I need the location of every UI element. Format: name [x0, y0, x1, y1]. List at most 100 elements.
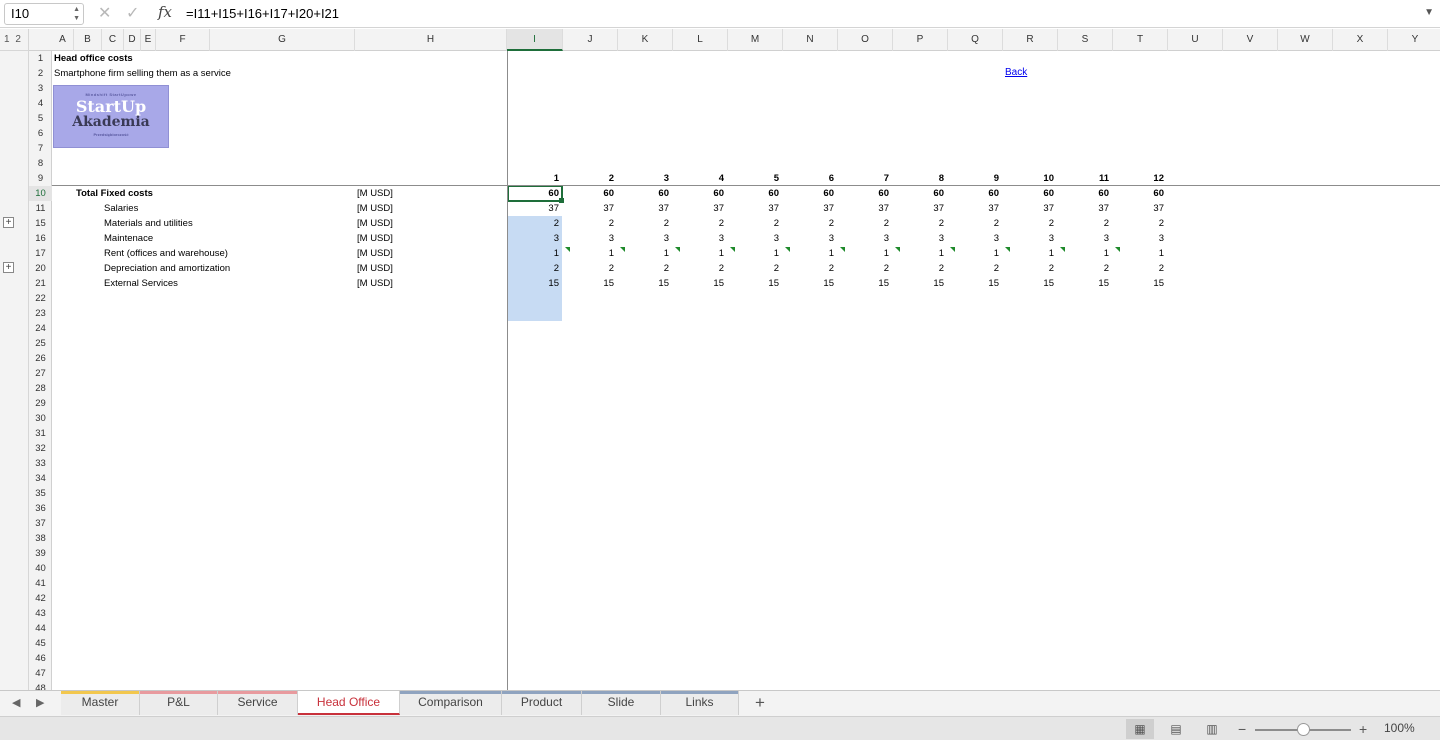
value-cell[interactable]: 2 — [1114, 216, 1164, 231]
value-cell[interactable]: 15 — [784, 276, 834, 291]
value-cell[interactable]: 2 — [564, 216, 614, 231]
column-header-b[interactable]: B — [74, 29, 102, 51]
value-cell[interactable]: 1 — [1114, 246, 1164, 261]
value-cell[interactable]: 37 — [729, 201, 779, 216]
value-cell[interactable]: 60 — [729, 186, 779, 201]
row-header-38[interactable]: 38 — [29, 531, 52, 546]
period-header-cell[interactable]: 10 — [1004, 171, 1054, 186]
sheet-tab-links[interactable]: Links — [661, 691, 739, 715]
sheet-tab-p-l[interactable]: P&L — [140, 691, 218, 715]
value-cell[interactable]: 2 — [784, 216, 834, 231]
zoom-level[interactable]: 100% — [1384, 721, 1415, 735]
value-cell[interactable]: 60 — [564, 186, 614, 201]
value-cell[interactable]: 37 — [839, 201, 889, 216]
sheet-tab-head-office[interactable]: Head Office — [298, 691, 400, 715]
page-break-view-icon[interactable]: ▥ — [1198, 719, 1226, 739]
column-header-p[interactable]: P — [893, 29, 948, 51]
row-header-9[interactable]: 9 — [29, 171, 52, 186]
period-header-cell[interactable]: 5 — [729, 171, 779, 186]
value-cell[interactable]: 15 — [894, 276, 944, 291]
column-header-m[interactable]: M — [728, 29, 783, 51]
value-cell[interactable]: 2 — [564, 261, 614, 276]
column-header-g[interactable]: G — [210, 29, 355, 51]
row-header-17[interactable]: 17 — [29, 246, 52, 261]
column-header-l[interactable]: L — [673, 29, 728, 51]
row-header-35[interactable]: 35 — [29, 486, 52, 501]
row-header-44[interactable]: 44 — [29, 621, 52, 636]
value-cell[interactable]: 2 — [1004, 261, 1054, 276]
row-header-16[interactable]: 16 — [29, 231, 52, 246]
value-cell[interactable]: 15 — [1114, 276, 1164, 291]
row-header-37[interactable]: 37 — [29, 516, 52, 531]
scroll-tabs-left-icon[interactable]: ◀ — [12, 696, 20, 709]
value-cell[interactable]: 60 — [674, 186, 724, 201]
line-item-label[interactable]: Rent (offices and warehouse) — [104, 246, 228, 261]
value-cell[interactable]: 2 — [1059, 261, 1109, 276]
sheet-title[interactable]: Head office costs — [54, 51, 133, 66]
expand-group-plus-icon[interactable]: + — [3, 217, 14, 228]
value-cell[interactable]: 2 — [674, 216, 724, 231]
row-header-22[interactable]: 22 — [29, 291, 52, 306]
zoom-out-button[interactable]: − — [1238, 719, 1246, 739]
row-header-48[interactable]: 48 — [29, 681, 52, 690]
column-header-x[interactable]: X — [1333, 29, 1388, 51]
period-header-cell[interactable]: 2 — [564, 171, 614, 186]
value-cell[interactable]: 2 — [949, 216, 999, 231]
outline-level-1-button[interactable]: 1 — [4, 34, 10, 45]
value-cell[interactable]: 60 — [839, 186, 889, 201]
name-box-stepper-icon[interactable]: ▲ ▼ — [73, 5, 80, 23]
row-header-2[interactable]: 2 — [29, 66, 52, 81]
row-header-43[interactable]: 43 — [29, 606, 52, 621]
sheet-tab-master[interactable]: Master — [61, 691, 140, 715]
row-header-15[interactable]: 15 — [29, 216, 52, 231]
line-item-label[interactable]: Materials and utilities — [104, 216, 193, 231]
row-header-45[interactable]: 45 — [29, 636, 52, 651]
period-header-cell[interactable]: 1 — [509, 171, 559, 186]
value-cell[interactable]: 1 — [1059, 246, 1109, 261]
page-layout-view-icon[interactable]: ▤ — [1162, 719, 1190, 739]
value-cell[interactable]: 1 — [784, 246, 834, 261]
column-header-s[interactable]: S — [1058, 29, 1113, 51]
value-cell[interactable]: 1 — [949, 246, 999, 261]
row-header-23[interactable]: 23 — [29, 306, 52, 321]
row-header-33[interactable]: 33 — [29, 456, 52, 471]
line-item-unit[interactable]: [M USD] — [357, 186, 393, 201]
zoom-in-button[interactable]: + — [1359, 719, 1367, 739]
line-item-unit[interactable]: [M USD] — [357, 261, 393, 276]
line-item-unit[interactable]: [M USD] — [357, 276, 393, 291]
value-cell[interactable]: 2 — [509, 261, 559, 276]
row-header-6[interactable]: 6 — [29, 126, 52, 141]
row-header-26[interactable]: 26 — [29, 351, 52, 366]
value-cell[interactable]: 3 — [894, 231, 944, 246]
column-header-c[interactable]: C — [102, 29, 124, 51]
value-cell[interactable]: 15 — [839, 276, 889, 291]
line-item-label[interactable]: Depreciation and amortization — [104, 261, 230, 276]
value-cell[interactable]: 15 — [509, 276, 559, 291]
column-header-i[interactable]: I — [507, 29, 563, 51]
line-item-unit[interactable]: [M USD] — [357, 201, 393, 216]
scroll-tabs-right-icon[interactable]: ▶ — [36, 696, 44, 709]
value-cell[interactable]: 15 — [1004, 276, 1054, 291]
value-cell[interactable]: 60 — [1059, 186, 1109, 201]
period-header-cell[interactable]: 12 — [1114, 171, 1164, 186]
sheet-tab-comparison[interactable]: Comparison — [400, 691, 502, 715]
value-cell[interactable]: 2 — [729, 216, 779, 231]
value-cell[interactable]: 2 — [509, 216, 559, 231]
value-cell[interactable]: 37 — [894, 201, 944, 216]
error-indicator-icon[interactable] — [950, 247, 955, 252]
column-header-f[interactable]: F — [156, 29, 210, 51]
row-header-11[interactable]: 11 — [29, 201, 52, 216]
row-header-20[interactable]: 20 — [29, 261, 52, 276]
value-cell[interactable]: 2 — [619, 261, 669, 276]
value-cell[interactable]: 3 — [949, 231, 999, 246]
column-header-v[interactable]: V — [1223, 29, 1278, 51]
column-header-h[interactable]: H — [355, 29, 507, 51]
value-cell[interactable]: 1 — [674, 246, 724, 261]
column-header-d[interactable]: D — [124, 29, 141, 51]
value-cell[interactable]: 3 — [1114, 231, 1164, 246]
row-header-42[interactable]: 42 — [29, 591, 52, 606]
confirm-formula-icon[interactable]: ✓ — [126, 4, 139, 24]
value-cell[interactable]: 1 — [619, 246, 669, 261]
line-item-label[interactable]: Salaries — [104, 201, 138, 216]
value-cell[interactable]: 1 — [729, 246, 779, 261]
